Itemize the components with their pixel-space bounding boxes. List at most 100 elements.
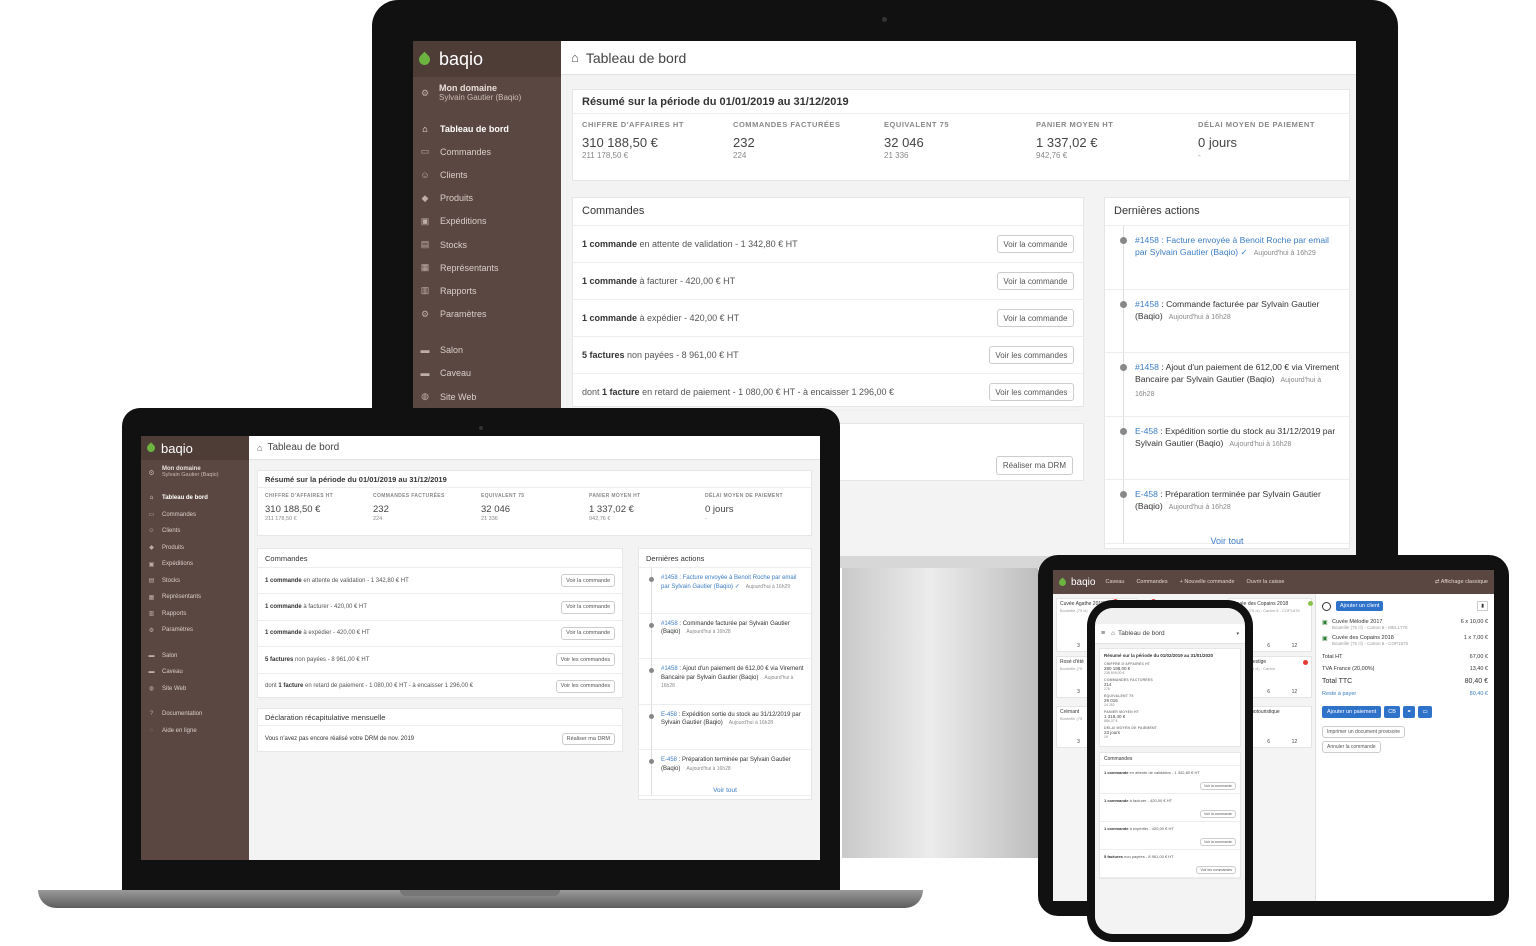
card-icon[interactable]: ▭ <box>1418 706 1432 718</box>
cancel-order-button[interactable]: Annuler la commande <box>1322 741 1381 753</box>
nav-open-register[interactable]: Ouvrir la caisse <box>1247 579 1285 585</box>
sidebar-item-label: Clients <box>162 528 181 535</box>
timeline-dot <box>1119 364 1127 371</box>
action-ref-link[interactable]: #1458 <box>1135 362 1159 372</box>
view-order-button[interactable]: Voir la commande <box>1199 838 1236 846</box>
action-text: E-458 : Expédition sortie du stock au 31… <box>1135 425 1341 451</box>
sidebar-item-produits[interactable]: ◆ Produits <box>141 540 249 557</box>
sidebar-item-stocks[interactable]: ▤ Stocks <box>141 573 249 590</box>
see-all-link[interactable]: Voir tout <box>1105 536 1349 546</box>
sidebar-item-clients[interactable]: ☺ Clients <box>141 523 249 540</box>
sidebar-item-tableau-de-bord[interactable]: ⌂ Tableau de bord <box>141 490 249 507</box>
sidebar-item-produits[interactable]: ◆ Produits <box>413 187 561 210</box>
total-row-tva-france-20-00: TVA France (20,00%) 13,40 € <box>1322 663 1488 675</box>
sidebar-item-salon[interactable]: ▬ Salon <box>413 339 561 362</box>
drm-button[interactable]: Réaliser ma DRM <box>995 456 1073 475</box>
sidebar-item-salon[interactable]: ▬ Salon <box>141 648 249 665</box>
sidebar-item-representants[interactable]: ▦ Représentants <box>413 256 561 279</box>
brand[interactable]: baqio <box>413 41 561 77</box>
sidebar-item-site-web[interactable]: ◍ Site Web <box>413 385 561 408</box>
sidebar-item-documentation[interactable]: ? Documentation <box>141 706 249 723</box>
action-ref-link[interactable]: #1458 <box>1135 235 1159 245</box>
add-client-button[interactable]: Ajouter un client <box>1336 601 1384 611</box>
action-ref-link[interactable]: E-458 <box>1135 426 1158 436</box>
sidebar-item-label: Paramètres <box>440 309 487 320</box>
sidebar-item-parametres[interactable]: ⚙ Paramètres <box>413 303 561 326</box>
sidebar-item-expeditions[interactable]: ▣ Expéditions <box>413 210 561 233</box>
quantity-option[interactable]: 3 <box>1077 739 1080 745</box>
view-order-button[interactable]: Voir la commande <box>561 600 615 614</box>
nav-caveau[interactable]: Caveau <box>1105 579 1124 585</box>
view-order-button[interactable]: Voir la commande <box>1199 810 1236 818</box>
action-time: Aujourd'hui à 16h29 <box>745 583 791 590</box>
sidebar-item-parametres[interactable]: ⚙ Paramètres <box>141 622 249 639</box>
classic-view-link[interactable]: ⇄ Affichage classique <box>1435 579 1488 585</box>
drm-button[interactable]: Réaliser ma DRM <box>561 733 615 745</box>
sidebar-item-site-web[interactable]: ◍ Site Web <box>141 681 249 698</box>
nav-new-order[interactable]: + Nouvelle commande <box>1180 579 1235 585</box>
sidebar-item-caveau[interactable]: ▬ Caveau <box>413 362 561 385</box>
account-switcher[interactable]: ⚙ Mon domaine Sylvain Gautier (Baqio) <box>413 77 561 117</box>
add-payment-button[interactable]: Ajouter un paiement <box>1322 706 1382 718</box>
brand[interactable]: baqio <box>141 436 249 460</box>
action-ref-link[interactable]: E-458 <box>661 712 677 718</box>
quantity-option[interactable]: 12 <box>1292 689 1298 695</box>
view-order-button[interactable]: Voir la commande <box>996 271 1074 291</box>
sidebar-item-commandes[interactable]: ▭ Commandes <box>413 140 561 163</box>
chevron-down-icon[interactable]: ▾ <box>1236 631 1239 637</box>
cb-button[interactable]: CB <box>1384 706 1400 718</box>
bookmark-icon[interactable]: ▮ <box>1477 601 1488 611</box>
sidebar-item-representants[interactable]: ▦ Représentants <box>141 589 249 606</box>
order-text: 1 commande en attente de validation - 1 … <box>1104 770 1236 775</box>
order-detail: à facturer - 420,00 € HT <box>1128 798 1173 803</box>
wine-icon: ▣ <box>1322 636 1328 642</box>
action-ref-link[interactable]: E-458 <box>1135 489 1158 499</box>
action-ref-link[interactable]: #1458 <box>1135 299 1159 309</box>
action-ref-link[interactable]: #1458 <box>661 575 678 581</box>
phone-stat-commandes-facturees: COMMANDES FACTURÉES 214 276 <box>1104 678 1236 691</box>
view-order-button[interactable]: Voir la commande <box>996 234 1074 254</box>
sidebar-item-label: Tableau de bord <box>440 123 509 134</box>
sidebar-item-tableau-de-bord[interactable]: ⌂ Tableau de bord <box>413 117 561 140</box>
view-order-button[interactable]: Voir les commandes <box>988 382 1074 402</box>
account-user: Sylvain Gautier (Baqio) <box>162 472 219 478</box>
quantity-option[interactable]: 12 <box>1292 643 1298 649</box>
sidebar-item-commandes[interactable]: ▭ Commandes <box>141 507 249 524</box>
quantity-option[interactable]: 12 <box>1292 739 1298 745</box>
quantity-option[interactable]: 6 <box>1267 739 1270 745</box>
nav-orders[interactable]: Commandes <box>1136 579 1167 585</box>
quantity-option[interactable]: 6 <box>1267 689 1270 695</box>
view-order-button[interactable]: Voir les commandes <box>555 679 615 693</box>
account-switcher[interactable]: ⚙ Mon domaine Sylvain Gautier (Baqio) <box>141 460 249 490</box>
action-ref-link[interactable]: E-458 <box>661 757 677 763</box>
page-title: Tableau de bord <box>1118 630 1165 637</box>
quantity-option[interactable]: 6 <box>1267 643 1270 649</box>
stat-sub: - <box>1198 151 1201 160</box>
view-order-button[interactable]: Voir les commandes <box>1196 866 1236 874</box>
view-order-button[interactable]: Voir la commande <box>996 308 1074 328</box>
brand-name: baqio <box>1071 576 1096 588</box>
sidebar-item-expeditions[interactable]: ▣ Expéditions <box>141 556 249 573</box>
sidebar-item-rapports[interactable]: ▥ Rapports <box>141 606 249 623</box>
quantity-option[interactable]: 3 <box>1077 689 1080 695</box>
sidebar-item-stocks[interactable]: ▤ Stocks <box>413 233 561 256</box>
sidebar-item-aide-en-ligne[interactable]: ◌ Aide en ligne <box>141 723 249 740</box>
action-ref-link[interactable]: #1458 <box>661 666 678 672</box>
view-order-button[interactable]: Voir les commandes <box>555 653 615 667</box>
print-draft-button[interactable]: Imprimer un document provisoire <box>1322 726 1406 738</box>
view-order-button[interactable]: Voir la commande <box>561 627 615 640</box>
view-order-button[interactable]: Voir la commande <box>1199 782 1236 790</box>
action-ref-link[interactable]: #1458 <box>661 621 678 627</box>
sidebar-item-rapports[interactable]: ▥ Rapports <box>413 279 561 302</box>
link-icon[interactable]: ⚭ <box>1402 706 1416 718</box>
sidebar-item-clients[interactable]: ☺ Clients <box>413 163 561 186</box>
actions-list: #1458 : Facture envoyée à Benoit Roche p… <box>639 568 811 796</box>
see-all-link[interactable]: Voir tout <box>639 787 811 794</box>
view-order-button[interactable]: Voir la commande <box>561 574 615 588</box>
stat-label: EQUIVALENT 75 <box>481 493 525 499</box>
view-order-button[interactable]: Voir les commandes <box>988 345 1074 365</box>
sidebar: baqio ⚙ Mon domaine Sylvain Gautier (Baq… <box>141 436 249 860</box>
sidebar-item-caveau[interactable]: ▬ Caveau <box>141 664 249 681</box>
quantity-option[interactable]: 3 <box>1077 643 1080 649</box>
menu-icon[interactable]: ≡ <box>1101 630 1105 637</box>
